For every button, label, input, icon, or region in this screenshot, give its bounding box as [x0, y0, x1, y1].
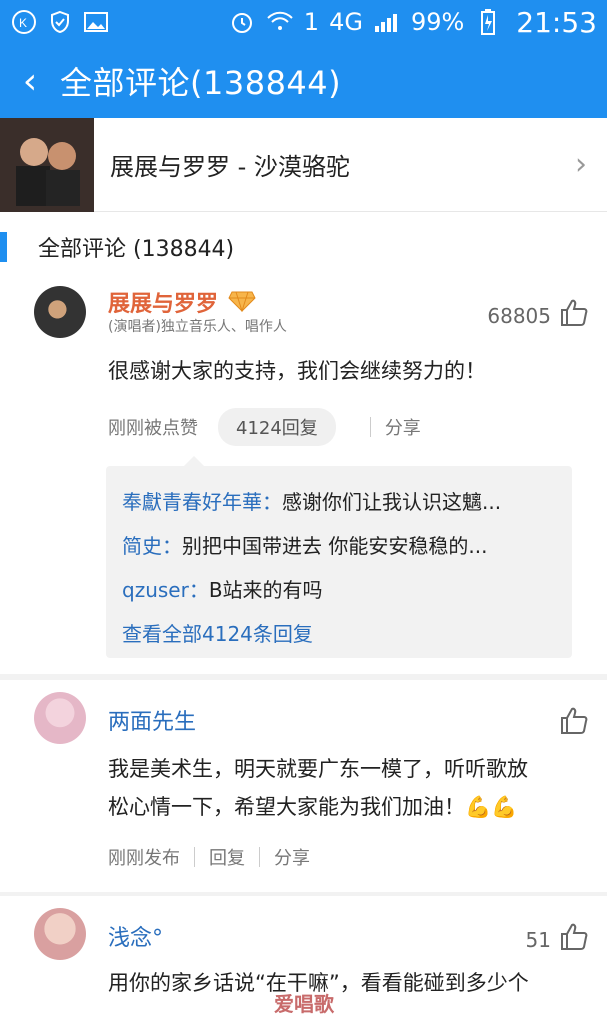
watermark: 爱唱歌	[274, 992, 334, 1016]
header: ‹ 全部评论(138844)	[0, 44, 607, 118]
battery-icon	[474, 8, 502, 36]
comment-role: (演唱者)独立音乐人、唱作人	[108, 319, 287, 335]
reply-button[interactable]: 回复	[209, 844, 245, 870]
like-count: 68805	[487, 304, 551, 328]
alarm-icon	[228, 8, 256, 36]
comment-text-line: 我是美术生，明天就要广东一模了，听听歌放	[108, 757, 528, 781]
comment-username[interactable]: 展展与罗罗	[108, 286, 218, 318]
divider	[194, 847, 195, 867]
sim-indicator: 1	[303, 8, 320, 36]
view-all-replies-link[interactable]: 查看全部4124条回复	[122, 612, 556, 656]
status-bar: K 1 4G 99% 21:53	[0, 0, 607, 44]
avatar[interactable]	[34, 286, 86, 338]
status-right: 1 4G 99% 21:53	[228, 6, 597, 39]
comment-text-line: 松心情一下，希望大家能为我们加油！💪💪	[108, 795, 518, 819]
signal-icon	[373, 8, 401, 36]
comment-card: 两面先生 我是美术生，明天就要广东一模了，听听歌放 松心情一下，希望大家能为我们…	[0, 680, 607, 892]
comment-time: 刚刚发布	[108, 848, 180, 869]
reply-username[interactable]: 奉獻青春好年華：	[122, 490, 282, 514]
comment-time: 刚刚被点赞	[108, 418, 198, 439]
thumbs-up-icon[interactable]	[559, 706, 589, 736]
chevron-left-icon: ‹	[22, 60, 38, 102]
status-time: 21:53	[516, 5, 597, 39]
share-button[interactable]: 分享	[385, 414, 421, 440]
reply-username[interactable]: 简史：	[122, 534, 182, 558]
divider	[369, 417, 371, 437]
reply-preview-box: 奉獻青春好年華：感谢你们让我认识这魑... 简史：别把中国带进去 你能安安稳稳的…	[106, 456, 572, 658]
section-header: 全部评论 (138844)	[0, 212, 607, 282]
reply-preview-item[interactable]: 简史：别把中国带进去 你能安安稳稳的...	[122, 524, 556, 568]
reply-username[interactable]: qzuser：	[122, 578, 209, 602]
comment-meta: 刚刚被点赞 4124回复 分享	[108, 408, 421, 446]
image-icon	[82, 8, 110, 36]
app-icon: K	[10, 8, 38, 36]
thumbs-up-icon[interactable]	[559, 298, 589, 328]
divider	[259, 847, 260, 867]
comment-meta: 刚刚发布 回复 分享	[108, 844, 310, 870]
diamond-icon	[228, 291, 256, 312]
share-button[interactable]: 分享	[274, 844, 310, 870]
reply-text: 感谢你们让我认识这魑...	[282, 490, 502, 514]
comment-username[interactable]: 浅念°	[108, 920, 163, 952]
battery-percent: 99%	[410, 8, 465, 36]
reply-preview-item[interactable]: 奉獻青春好年華：感谢你们让我认识这魑...	[122, 480, 556, 524]
replies-pill[interactable]: 4124回复	[218, 408, 336, 446]
reply-preview-item[interactable]: qzuser：B站来的有吗	[122, 568, 556, 612]
comment-text: 我是美术生，明天就要广东一模了，听听歌放 松心情一下，希望大家能为我们加油！💪💪	[108, 750, 577, 826]
svg-text:K: K	[19, 16, 27, 30]
album-cover	[0, 117, 94, 212]
wifi-icon	[266, 8, 294, 36]
page-title: 全部评论(138844)	[60, 64, 342, 102]
comment-card: 展展与罗罗 (演唱者)独立音乐人、唱作人 68805 很感谢大家的支持，我们会继…	[0, 282, 607, 674]
comment-username[interactable]: 两面先生	[108, 704, 196, 736]
section-title: 全部评论 (138844)	[38, 237, 235, 262]
song-header[interactable]: 展展与罗罗 - 沙漠骆驼 ›	[0, 117, 607, 212]
like-count: 51	[525, 928, 551, 952]
section-accent	[0, 232, 7, 262]
comment-text: 很感谢大家的支持，我们会继续努力的！	[108, 359, 486, 383]
reply-text: 别把中国带进去 你能安安稳稳的...	[182, 534, 488, 558]
avatar[interactable]	[34, 908, 86, 960]
shield-icon	[46, 8, 74, 36]
thumbs-up-icon[interactable]	[559, 922, 589, 952]
avatar[interactable]	[34, 692, 86, 744]
back-button[interactable]: ‹	[0, 44, 60, 118]
network-label: 4G	[329, 8, 363, 36]
reply-text: B站来的有吗	[208, 578, 323, 602]
comment-text: 用你的家乡话说“在干嘛”，看看能碰到多少个	[108, 971, 529, 995]
song-title: 展展与罗罗 - 沙漠骆驼	[110, 153, 350, 181]
chevron-right-icon: ›	[575, 147, 587, 182]
status-left-icons: K	[10, 8, 110, 36]
